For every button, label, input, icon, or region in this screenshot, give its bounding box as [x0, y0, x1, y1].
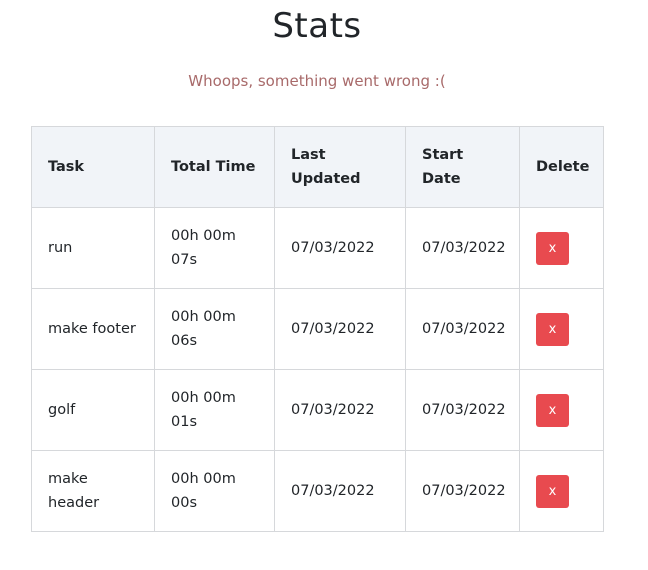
table-row: make header 00h 00m 00s 07/03/2022 07/03…	[31, 450, 604, 532]
delete-button[interactable]: x	[536, 312, 569, 346]
task-name: make header	[48, 471, 100, 511]
header-last-updated-label: Last Updated	[291, 147, 361, 187]
cell-task: make footer	[31, 288, 155, 370]
header-start-date: Start Date	[405, 126, 520, 208]
cell-start-date: 07/03/2022	[405, 207, 520, 289]
header-row: Task Total Time Last Updated Start Date …	[31, 126, 604, 208]
cell-total-time: 00h 00m 07s	[154, 207, 275, 289]
cell-task: golf	[31, 369, 155, 451]
cell-last-updated: 07/03/2022	[274, 369, 406, 451]
cell-total-time: 00h 00m 00s	[154, 450, 275, 532]
cell-delete: x	[519, 450, 604, 532]
cell-delete: x	[519, 207, 604, 289]
table-header: Task Total Time Last Updated Start Date …	[31, 126, 604, 208]
cell-delete: x	[519, 369, 604, 451]
total-time: 00h 00m 07s	[171, 228, 236, 268]
total-time: 00h 00m 00s	[171, 471, 236, 511]
task-name: run	[48, 240, 73, 256]
header-total-time: Total Time	[154, 126, 275, 208]
delete-button[interactable]: x	[536, 231, 569, 265]
cell-task: make header	[31, 450, 155, 532]
cell-last-updated: 07/03/2022	[274, 288, 406, 370]
task-name: make footer	[48, 321, 136, 337]
error-message: Whoops, something went wrong :(	[188, 72, 446, 90]
cell-last-updated: 07/03/2022	[274, 450, 406, 532]
page-title: Stats	[272, 6, 362, 46]
cell-start-date: 07/03/2022	[405, 450, 520, 532]
delete-button[interactable]: x	[536, 474, 569, 508]
cell-last-updated: 07/03/2022	[274, 207, 406, 289]
header-task: Task	[31, 126, 155, 208]
cell-total-time: 00h 00m 06s	[154, 288, 275, 370]
total-time: 00h 00m 06s	[171, 309, 236, 349]
cell-start-date: 07/03/2022	[405, 288, 520, 370]
table-row: run 00h 00m 07s 07/03/2022 07/03/2022 x	[31, 207, 604, 289]
cell-start-date: 07/03/2022	[405, 369, 520, 451]
table-row: golf 00h 00m 01s 07/03/2022 07/03/2022 x	[31, 369, 604, 451]
header-delete: Delete	[519, 126, 604, 208]
total-time: 00h 00m 01s	[171, 390, 236, 430]
cell-delete: x	[519, 288, 604, 370]
table-row: make footer 00h 00m 06s 07/03/2022 07/03…	[31, 288, 604, 370]
delete-button[interactable]: x	[536, 393, 569, 427]
table-body: run 00h 00m 07s 07/03/2022 07/03/2022 x …	[31, 207, 604, 532]
task-name: golf	[48, 402, 76, 418]
cell-task: run	[31, 207, 155, 289]
stats-table: Task Total Time Last Updated Start Date …	[31, 126, 604, 532]
cell-total-time: 00h 00m 01s	[154, 369, 275, 451]
header-last-updated: Last Updated	[274, 126, 406, 208]
